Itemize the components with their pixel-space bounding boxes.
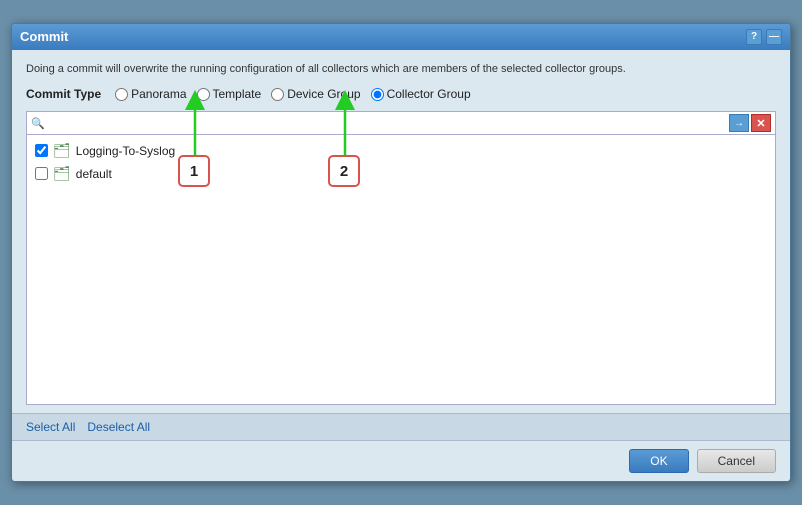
item1-folder-icon: 🗂: [53, 142, 71, 159]
search-bar: 🔍 → ✕: [26, 111, 776, 135]
list-area: 🗂 Logging-To-Syslog 🗂 default: [26, 135, 776, 405]
radio-collector-group-label: Collector Group: [387, 87, 471, 101]
button-bar: OK Cancel: [12, 440, 790, 481]
radio-template[interactable]: Template: [197, 87, 262, 101]
help-icon[interactable]: ?: [746, 29, 762, 45]
search-magnifier-icon: 🔍: [31, 117, 45, 130]
radio-panorama-input[interactable]: [115, 88, 128, 101]
item2-checkbox[interactable]: [35, 167, 48, 180]
search-input[interactable]: [49, 116, 727, 130]
radio-template-input[interactable]: [197, 88, 210, 101]
cancel-button[interactable]: Cancel: [697, 449, 776, 473]
dialog-body: Doing a commit will overwrite the runnin…: [12, 50, 790, 413]
radio-collector-group[interactable]: Collector Group: [371, 87, 471, 101]
info-text: Doing a commit will overwrite the runnin…: [26, 62, 776, 77]
ok-button[interactable]: OK: [629, 449, 688, 473]
search-go-button[interactable]: →: [729, 114, 749, 132]
select-all-link[interactable]: Select All: [26, 420, 75, 434]
item2-folder-icon: 🗂: [53, 165, 71, 182]
commit-type-row: Commit Type Panorama Template Device Gro…: [26, 87, 776, 101]
search-clear-button[interactable]: ✕: [751, 114, 771, 132]
radio-template-label: Template: [213, 87, 262, 101]
radio-device-group[interactable]: Device Group: [271, 87, 360, 101]
item1-checkbox[interactable]: [35, 144, 48, 157]
radio-device-group-label: Device Group: [287, 87, 360, 101]
radio-device-group-input[interactable]: [271, 88, 284, 101]
title-bar-icons: ? —: [746, 29, 782, 45]
commit-type-label: Commit Type: [26, 87, 101, 101]
item2-label: default: [76, 167, 112, 181]
list-item[interactable]: 🗂 default: [33, 162, 769, 185]
title-bar: Commit ? —: [12, 24, 790, 50]
radio-panorama[interactable]: Panorama: [115, 87, 186, 101]
radio-collector-group-input[interactable]: [371, 88, 384, 101]
dialog-title: Commit: [20, 29, 68, 44]
item1-label: Logging-To-Syslog: [76, 144, 175, 158]
list-container: 🗂 Logging-To-Syslog 🗂 default: [26, 135, 776, 405]
commit-dialog: Commit ? — Doing a commit will overwrite…: [11, 23, 791, 482]
deselect-all-link[interactable]: Deselect All: [87, 420, 150, 434]
list-item[interactable]: 🗂 Logging-To-Syslog: [33, 139, 769, 162]
minimize-icon[interactable]: —: [766, 29, 782, 45]
footer-bar: Select All Deselect All: [12, 413, 790, 440]
radio-panorama-label: Panorama: [131, 87, 186, 101]
